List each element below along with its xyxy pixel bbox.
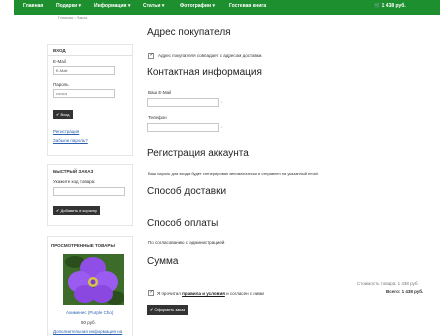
account-note: Ваш пароль для входа будет сгенерирован … (148, 171, 319, 176)
product-price: 50 руб. (81, 320, 96, 325)
email-field[interactable] (53, 66, 115, 75)
login-button[interactable]: ✔ Вход (53, 110, 73, 119)
total-heading: Сумма (147, 256, 179, 267)
contact-info-heading: Контактная информация (147, 67, 262, 78)
cart-icon: 🛒 (374, 3, 381, 9)
top-nav: Главная Подарки ▾ Информация ▾ Статьи ▾ … (14, 0, 440, 15)
nav-gifts[interactable]: Подарки ▾ (56, 3, 81, 9)
divider (48, 55, 132, 56)
nav-photos[interactable]: Фотографии ▾ (180, 3, 215, 9)
payment-method-heading: Способ оплаты (147, 218, 219, 229)
product-image[interactable] (63, 254, 124, 305)
required-mark: * (221, 100, 223, 105)
nav-articles[interactable]: Статьи ▾ (143, 3, 164, 9)
same-address-checkbox[interactable] (148, 52, 154, 59)
same-address-label: Адрес покупателя совпадает с адресом дос… (158, 53, 263, 58)
terms-checkbox[interactable] (148, 289, 154, 296)
account-registration-heading: Регистрация аккаунта (147, 148, 249, 159)
email-field-label: Ваш E-Mail (148, 90, 172, 95)
shipping-method-heading: Способ доставки (147, 186, 227, 197)
more-info-link[interactable]: Дополнительная информация на (53, 329, 122, 334)
email-label: E-Mail (53, 59, 66, 64)
password-field[interactable] (53, 89, 115, 98)
contact-phone-field[interactable] (147, 123, 219, 132)
product-code-input[interactable] (53, 187, 125, 196)
terms-prefix: Я прочитал (157, 291, 181, 296)
forgot-password-link[interactable]: Забыли пароль? (53, 138, 88, 143)
nav-info[interactable]: Информация ▾ (94, 3, 130, 9)
place-order-button[interactable]: ✔ Оформить заказ (147, 305, 189, 315)
grand-total-text: Всего: 1 438 руб. (386, 289, 424, 294)
register-link[interactable]: Регистрация (53, 129, 79, 134)
payment-note: По согласованию с администрацией (148, 240, 225, 245)
breadcrumb: Главная › Заказ (58, 15, 88, 20)
required-mark: * (221, 125, 223, 130)
quick-order-title: БЫСТРЫЙ ЗАКАЗ (53, 169, 94, 174)
product-name-link[interactable]: Ахименес (Purple Cho) (66, 310, 113, 315)
terms-suffix: и согласен с ними (226, 291, 264, 296)
buyer-address-heading: Адрес покупателя (147, 27, 231, 38)
phone-field-label: Телефон (148, 115, 167, 120)
quick-order-panel: БЫСТРЫЙ ЗАКАЗ Укажите код товара: ✔ Доба… (47, 164, 133, 226)
password-label: Пароль (53, 82, 69, 87)
cart-summary[interactable]: 🛒 1 438 руб. (374, 3, 406, 9)
nav-guestbook[interactable]: Гостевая книга (229, 3, 266, 9)
terms-text: Я прочитал правила и условия и согласен … (157, 291, 264, 296)
cart-total: 1 438 руб. (381, 3, 406, 9)
subtotal-text: Стоимость товара: 1 438 руб. (357, 281, 419, 286)
add-to-cart-button[interactable]: ✔ Добавить в корзину (53, 206, 100, 215)
nav-home[interactable]: Главная (23, 3, 43, 9)
viewed-products-title: ПРОСМОТРЕННЫЕ ТОВАРЫ (51, 243, 115, 248)
login-title: ВХОД (53, 48, 66, 53)
terms-link[interactable]: правила и условия (182, 291, 225, 296)
quick-order-hint: Укажите код товара: (53, 179, 96, 184)
contact-email-field[interactable] (147, 98, 219, 107)
login-panel: ВХОД E-Mail Пароль ✔ Вход Регистрация За… (47, 44, 133, 156)
